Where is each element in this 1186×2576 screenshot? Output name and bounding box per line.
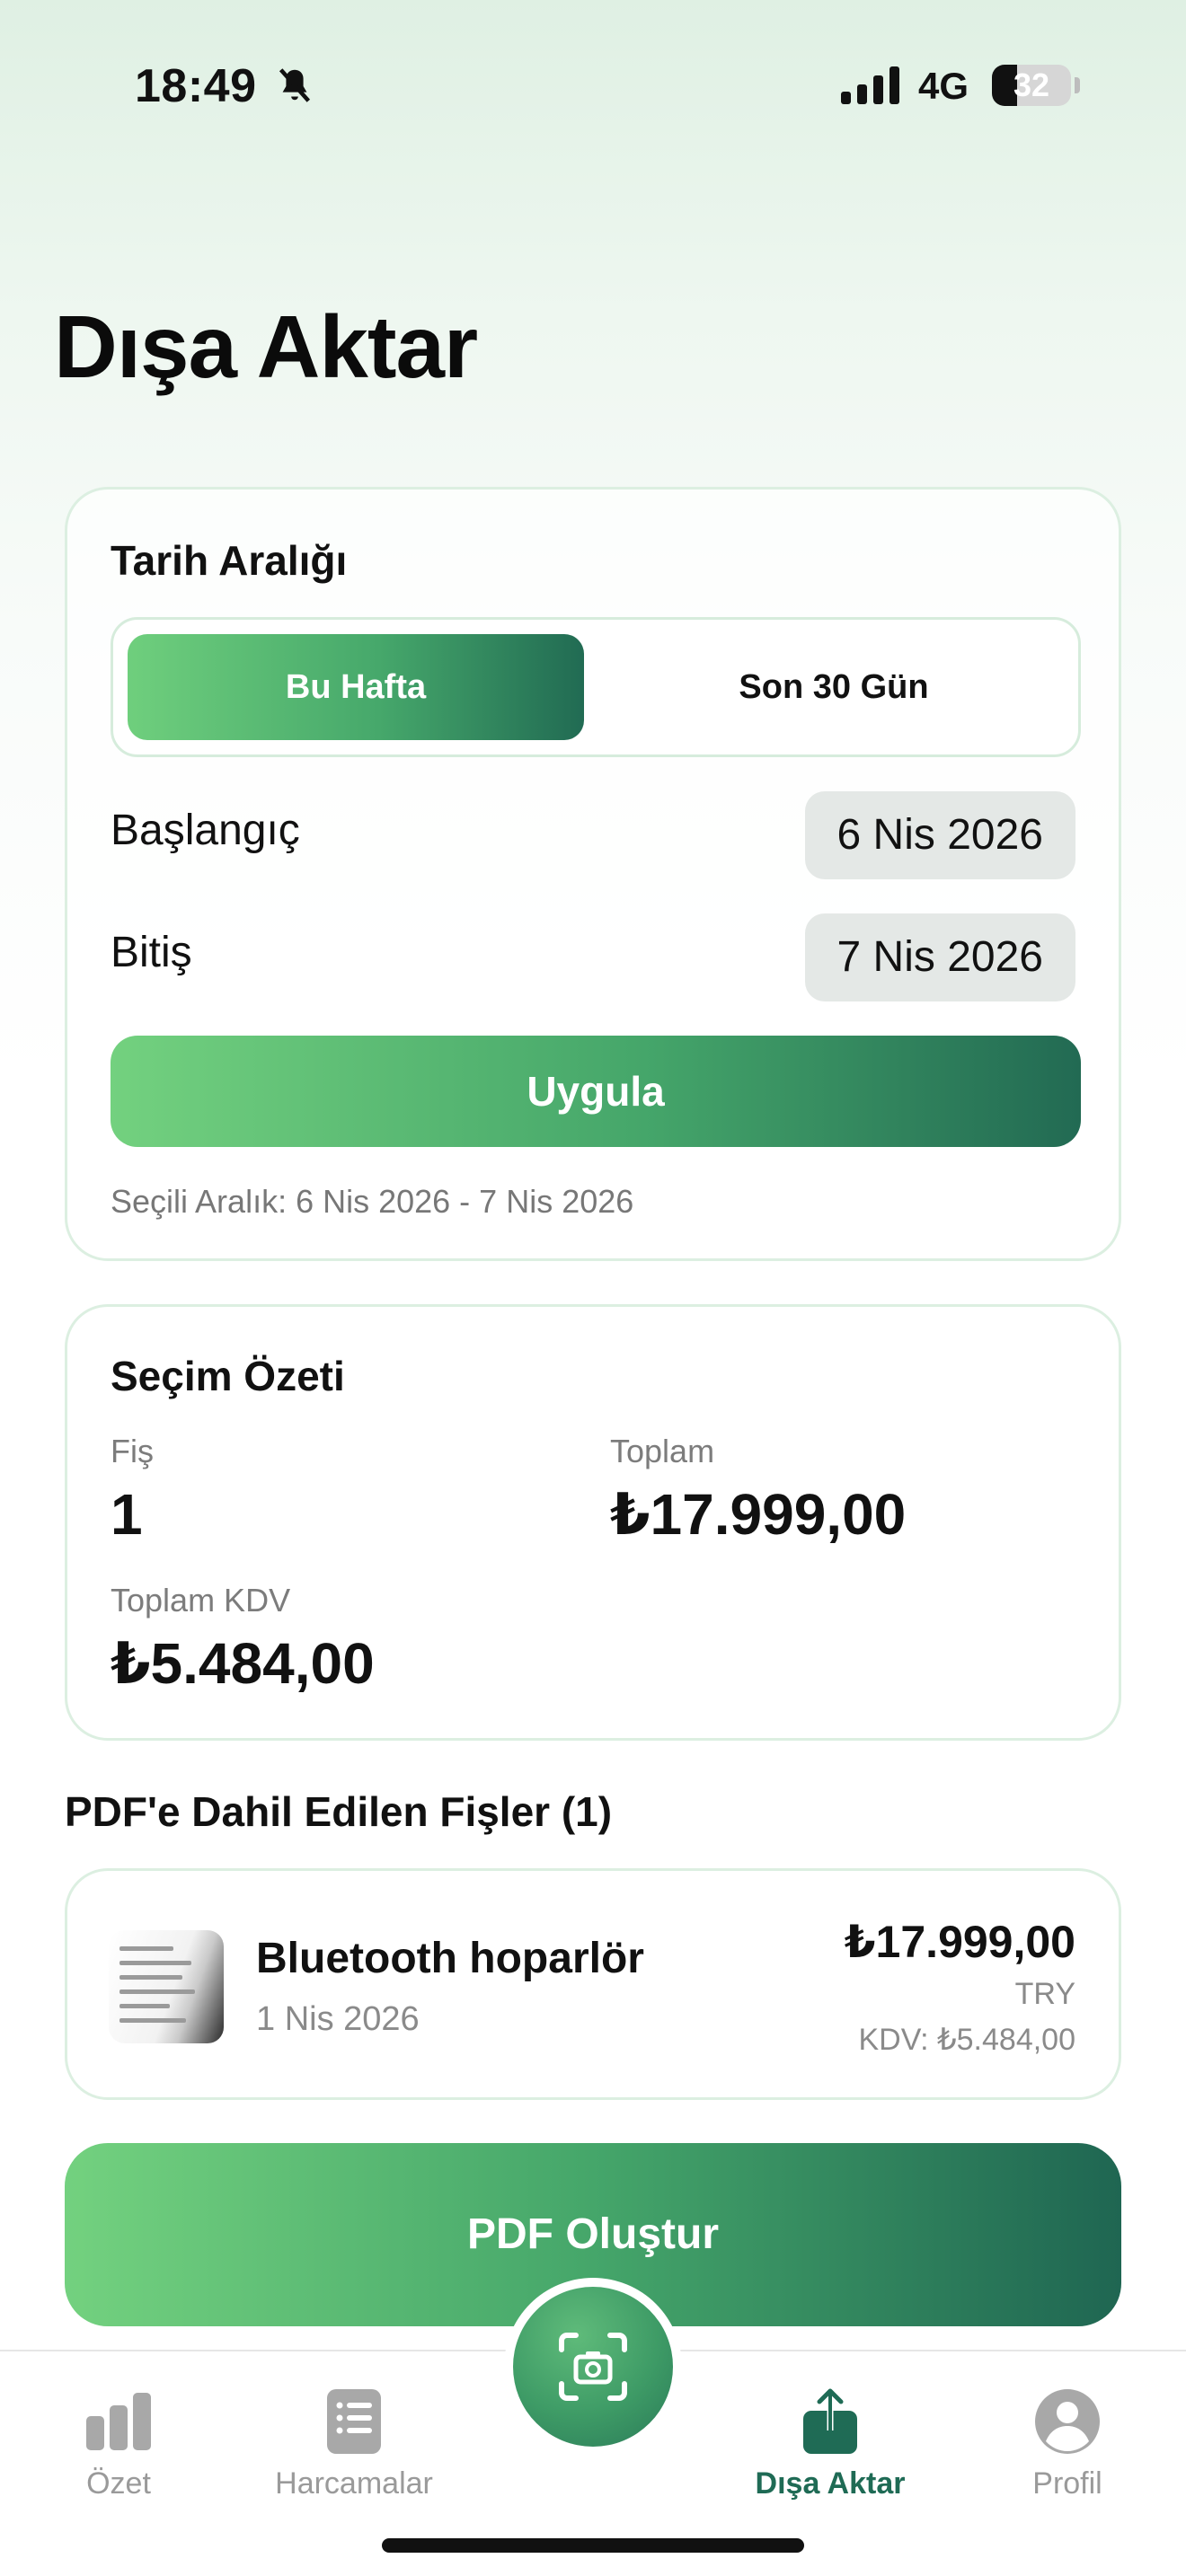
status-bar: 18:49 4G 32 <box>0 0 1186 162</box>
tab-profile[interactable]: Profil <box>978 2368 1157 2502</box>
date-range-card: Tarih Aralığı Bu Hafta Son 30 Gün Başlan… <box>65 487 1121 1261</box>
list-icon <box>327 2389 381 2454</box>
bell-slash-icon <box>279 68 311 102</box>
segment-this-week[interactable]: Bu Hafta <box>128 634 584 740</box>
selection-summary-card: Seçim Özeti Fiş 1 Toplam ₺17.999,00 Topl… <box>65 1304 1121 1741</box>
date-range-segmented-control: Bu Hafta Son 30 Gün <box>111 617 1081 757</box>
receipt-currency: TRY <box>1014 1977 1075 2011</box>
share-icon <box>803 2388 857 2454</box>
receipt-list-item[interactable]: Bluetooth hoparlör 1 Nis 2026 ₺17.999,00… <box>65 1868 1121 2100</box>
start-date-picker[interactable]: 6 Nis 2026 <box>804 791 1075 879</box>
tab-export[interactable]: Dışa Aktar <box>740 2368 920 2502</box>
receipt-thumbnail <box>109 1930 224 2043</box>
total-label: Toplam <box>610 1433 715 1469</box>
signal-icon <box>841 66 899 104</box>
total-value: ₺17.999,00 <box>610 1482 907 1547</box>
receipt-name: Bluetooth hoparlör <box>256 1935 644 1982</box>
home-indicator[interactable] <box>382 2538 804 2553</box>
network-type: 4G <box>918 65 969 107</box>
receipt-count-label: Fiş <box>111 1433 154 1469</box>
end-date-label: Bitiş <box>111 929 192 976</box>
tab-export-label: Dışa Aktar <box>755 2466 906 2501</box>
bar-chart-icon <box>86 2393 151 2450</box>
tab-summary-label: Özet <box>86 2466 151 2501</box>
start-date-label: Başlangıç <box>111 807 300 854</box>
total-vat-value: ₺5.484,00 <box>111 1631 375 1696</box>
total-vat-label: Toplam KDV <box>111 1582 291 1619</box>
battery-icon: 32 <box>992 65 1071 106</box>
status-time: 18:49 <box>135 60 257 112</box>
page-title: Dışa Aktar <box>54 297 478 396</box>
camera-scan-icon <box>559 2333 627 2401</box>
receipt-vat: KDV: ₺5.484,00 <box>858 2023 1075 2057</box>
date-range-title: Tarih Aralığı <box>111 537 348 584</box>
apply-button[interactable]: Uygula <box>111 1036 1081 1147</box>
battery-cap <box>1075 77 1080 93</box>
receipt-date: 1 Nis 2026 <box>256 2000 420 2038</box>
tab-summary[interactable]: Özet <box>29 2368 208 2502</box>
selected-range-text: Seçili Aralık: 6 Nis 2026 - 7 Nis 2026 <box>111 1183 634 1220</box>
receipt-amount: ₺17.999,00 <box>844 1917 1075 1967</box>
segment-last-30-days[interactable]: Son 30 Gün <box>598 634 1069 740</box>
summary-title: Seçim Özeti <box>111 1353 345 1399</box>
end-date-picker[interactable]: 7 Nis 2026 <box>804 913 1075 1001</box>
receipt-count-value: 1 <box>111 1482 143 1547</box>
scan-button-circle <box>513 2287 673 2447</box>
included-receipts-title: PDF'e Dahil Edilen Fişler (1) <box>65 1788 613 1835</box>
tab-expenses[interactable]: Harcamalar <box>264 2368 444 2502</box>
tab-profile-label: Profil <box>1032 2466 1102 2501</box>
tab-expenses-label: Harcamalar <box>275 2466 433 2501</box>
scan-receipt-button[interactable] <box>504 2278 682 2456</box>
battery-level: 32 <box>1013 66 1050 103</box>
person-icon <box>1035 2389 1100 2454</box>
